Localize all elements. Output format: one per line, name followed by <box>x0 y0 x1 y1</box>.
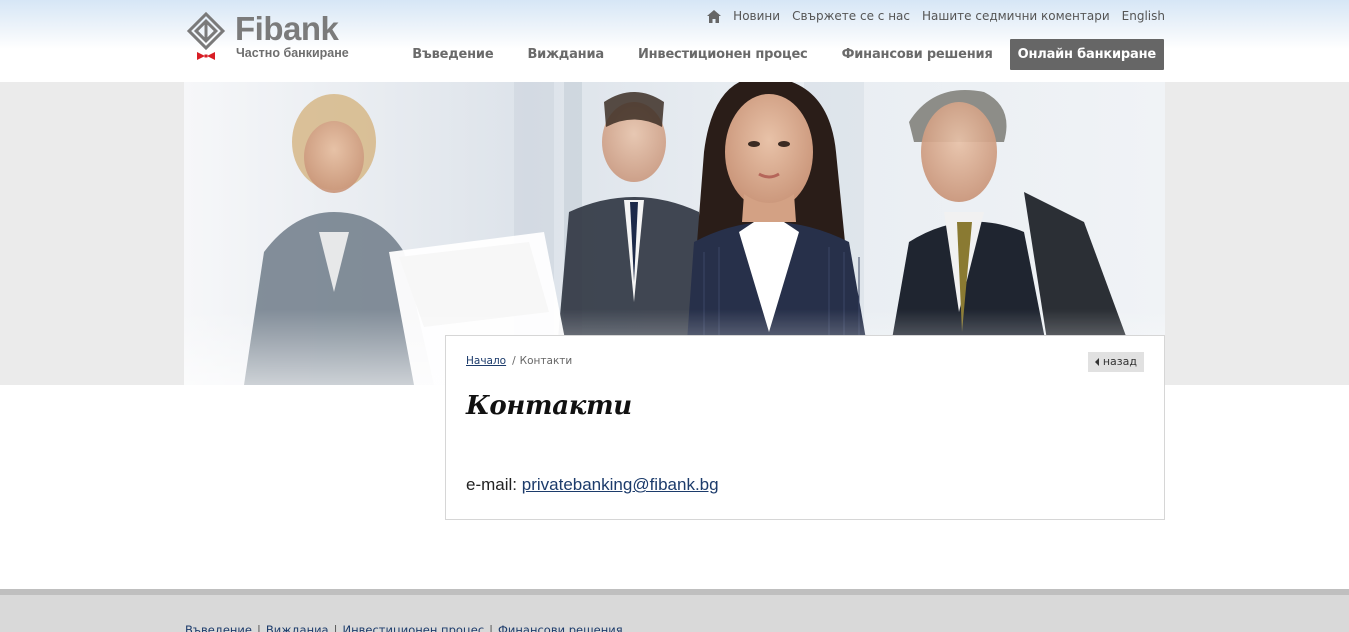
top-link-news[interactable]: Новини <box>733 9 780 23</box>
email-link[interactable]: privatebanking@fibank.bg <box>522 475 719 494</box>
brand-name: Fibank <box>235 10 339 47</box>
back-button[interactable]: назад <box>1087 352 1144 372</box>
back-arrow-icon <box>1094 358 1099 366</box>
site-header: Fibank Частно банкиране Новини Свържете … <box>0 0 1349 82</box>
footer-divider: | <box>256 623 261 632</box>
breadcrumb-separator: / <box>512 355 516 367</box>
nav-financial-solutions[interactable]: Финансови решения <box>825 39 1010 70</box>
top-link-english[interactable]: English <box>1122 9 1165 23</box>
brand-subtitle: Частно банкиране <box>236 46 349 60</box>
email-label: e-mail: <box>466 475 518 494</box>
fibank-logo[interactable]: Fibank Частно банкиране <box>185 10 385 65</box>
footer-link-financial-solutions[interactable]: Финансови решения <box>498 623 623 632</box>
breadcrumb: Начало / Контакти <box>466 355 572 367</box>
content-panel: Начало / Контакти назад Контакти e-mail: p… <box>445 335 1165 520</box>
breadcrumb-home-link[interactable]: Начало <box>466 355 506 367</box>
site-footer: Въведение | Вижданиа | Инвестиционен процес |… <box>0 589 1349 632</box>
home-icon[interactable] <box>707 9 722 23</box>
main-nav: Въведение Вижданиа Инвестиционен процес … <box>395 39 1164 70</box>
email-line: e-mail: privatebanking@fibank.bg <box>466 475 719 495</box>
footer-link-introduction[interactable]: Въведение <box>185 623 252 632</box>
online-banking-button[interactable]: Онлайн банкиране <box>1009 39 1164 70</box>
top-link-weekly-comments[interactable]: Нашите седмични коментари <box>922 9 1110 23</box>
bowtie-icon <box>197 52 215 60</box>
footer-divider: | <box>333 623 338 632</box>
footer-divider: | <box>489 623 494 632</box>
page-title: Контакти <box>466 391 632 421</box>
nav-investment-process[interactable]: Инвестиционен процес <box>621 39 825 70</box>
back-button-label: назад <box>1102 355 1137 368</box>
footer-links: Въведение | Вижданиа | Инвестиционен процес |… <box>185 623 623 632</box>
footer-link-investment-process[interactable]: Инвестиционен процес <box>342 623 484 632</box>
top-link-contact[interactable]: Свържете се с нас <box>792 9 910 23</box>
fibank-logo-mark-icon <box>186 11 226 51</box>
nav-introduction[interactable]: Въведение <box>395 39 510 70</box>
footer-link-views[interactable]: Вижданиа <box>266 623 329 632</box>
breadcrumb-current: Контакти <box>519 355 573 367</box>
nav-views[interactable]: Вижданиа <box>510 39 621 70</box>
top-links: Новини Свържете се с нас Нашите седмични… <box>707 9 1165 23</box>
